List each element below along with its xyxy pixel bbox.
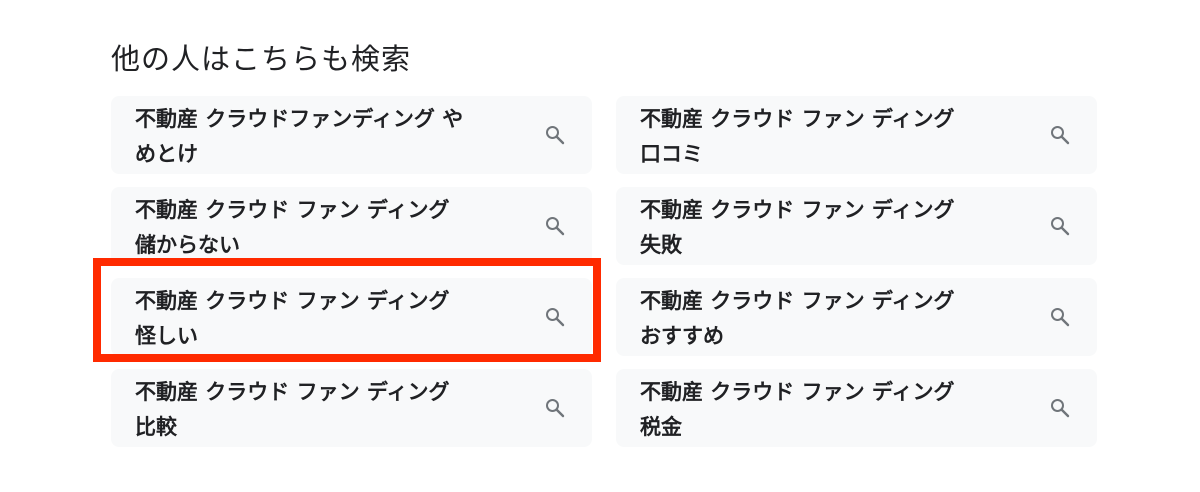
- related-search-label: 不動産 クラウド ファン ディング 怪しい: [135, 289, 450, 348]
- related-search-chip-highlighted[interactable]: 不動産 クラウド ファン ディング 怪しい: [111, 278, 592, 356]
- search-icon: [1048, 214, 1072, 238]
- search-icon: [1048, 305, 1072, 329]
- related-searches-grid: 不動産 クラウドファンディング やめとけ 不動産 クラウド ファン ディング 口コ…: [111, 96, 1097, 447]
- related-search-chip[interactable]: 不動産 クラウド ファン ディング 失敗: [616, 187, 1097, 265]
- related-search-label: 不動産 クラウド ファン ディング おすすめ: [640, 289, 955, 348]
- section-title: 他の人はこちらも検索: [111, 42, 412, 76]
- related-search-label: 不動産 クラウド ファン ディング 儲からない: [135, 198, 450, 257]
- related-search-chip[interactable]: 不動産 クラウド ファン ディング 儲からない: [111, 187, 592, 265]
- related-search-chip[interactable]: 不動産 クラウド ファン ディング 税金: [616, 369, 1097, 447]
- search-icon: [1048, 123, 1072, 147]
- related-search-label: 不動産 クラウド ファン ディング 税金: [640, 380, 955, 439]
- related-search-label: 不動産 クラウド ファン ディング 口コミ: [640, 107, 955, 166]
- search-icon: [543, 123, 567, 147]
- search-icon: [543, 396, 567, 420]
- search-icon: [543, 305, 567, 329]
- related-search-chip[interactable]: 不動産 クラウド ファン ディング 比較: [111, 369, 592, 447]
- related-search-chip[interactable]: 不動産 クラウド ファン ディング 口コミ: [616, 96, 1097, 174]
- related-search-chip[interactable]: 不動産 クラウド ファン ディング おすすめ: [616, 278, 1097, 356]
- related-search-label: 不動産 クラウド ファン ディング 失敗: [640, 198, 955, 257]
- related-search-chip[interactable]: 不動産 クラウドファンディング やめとけ: [111, 96, 592, 174]
- related-search-label: 不動産 クラウドファンディング やめとけ: [135, 107, 464, 166]
- search-icon: [1048, 396, 1072, 420]
- related-search-label: 不動産 クラウド ファン ディング 比較: [135, 380, 450, 439]
- search-icon: [543, 214, 567, 238]
